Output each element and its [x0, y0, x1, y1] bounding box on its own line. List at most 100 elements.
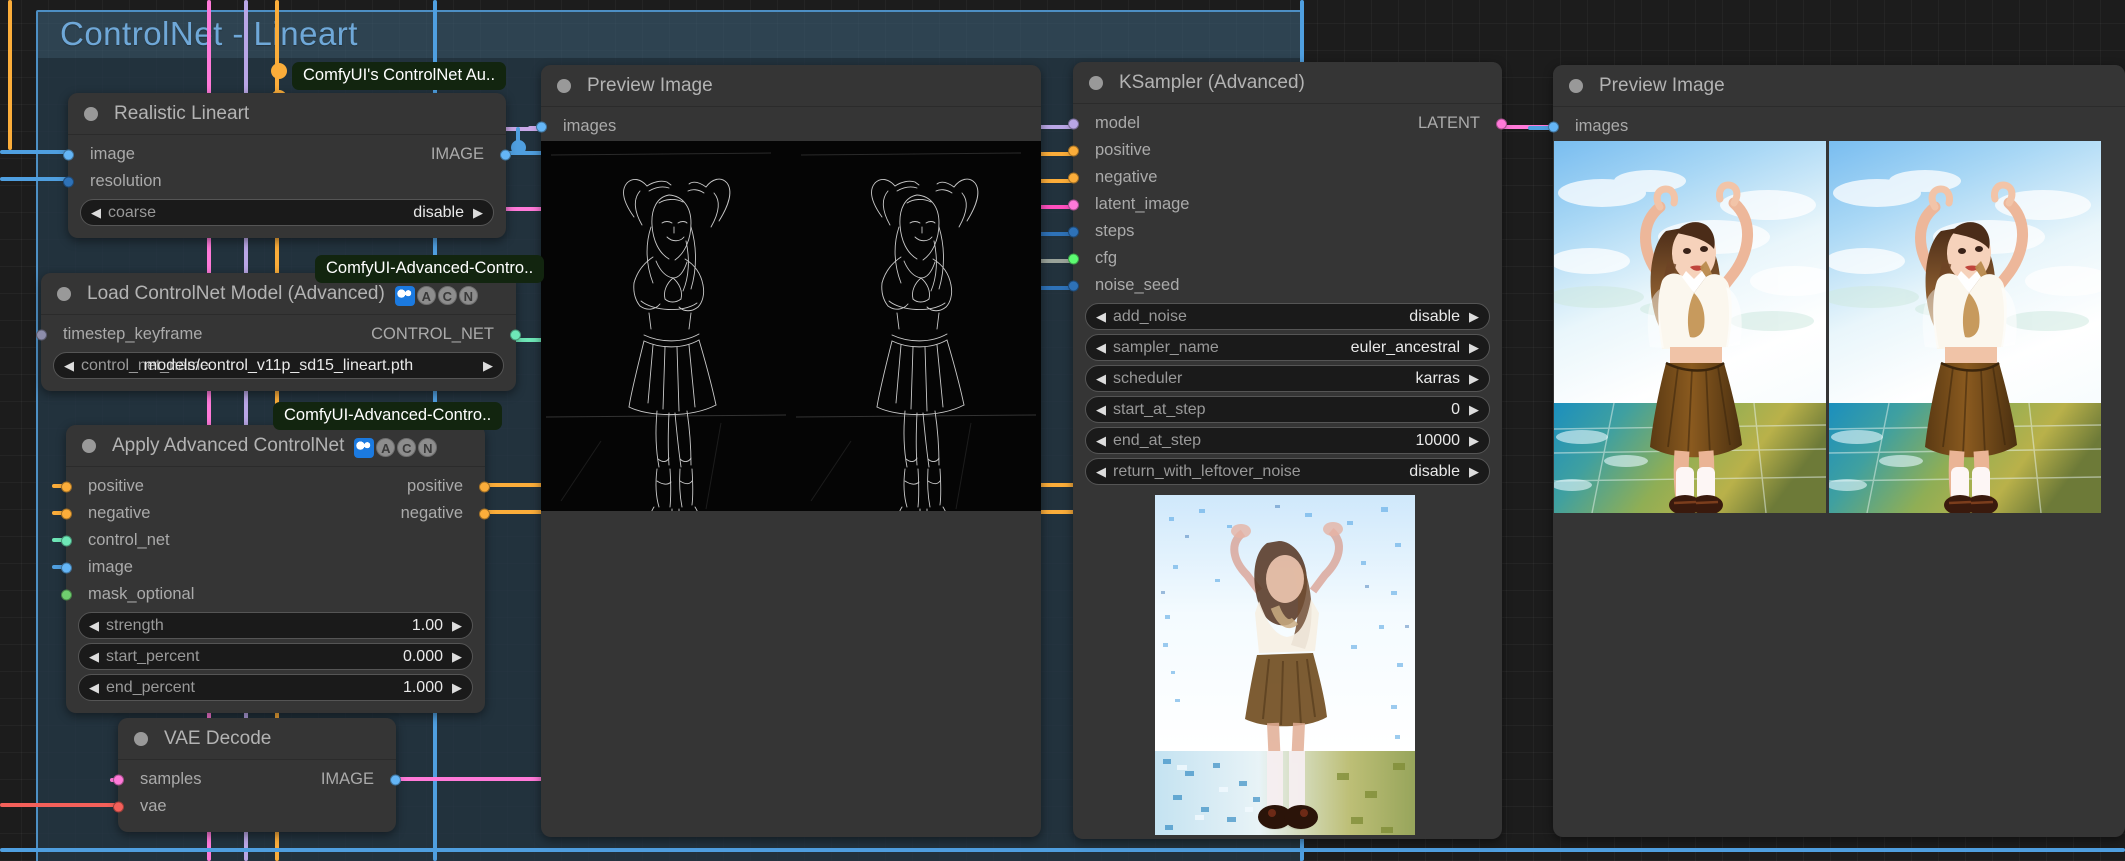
slot-pip-icon[interactable]: [1068, 199, 1079, 210]
slot-pip-icon[interactable]: [1068, 226, 1079, 237]
result-photo-2[interactable]: [1829, 141, 2101, 513]
chevron-left-icon[interactable]: ◀: [64, 359, 74, 372]
input-slot-image[interactable]: image: [61, 554, 485, 581]
input-slot-mask-optional[interactable]: mask_optional: [61, 581, 485, 608]
input-slot-timestep-keyframe[interactable]: timestep_keyframe CONTROL_NET: [36, 321, 521, 348]
collapse-dot-icon[interactable]: [134, 731, 148, 746]
input-slot-images[interactable]: images: [536, 113, 1041, 140]
collapse-dot-icon[interactable]: [84, 106, 98, 121]
widget-coarse[interactable]: ◀ coarse disable ▶: [80, 199, 494, 226]
node-vae-decode[interactable]: VAE Decode samples IMAGE vae: [113, 718, 401, 832]
widget-add-noise[interactable]: ◀ add_noise disable ▶: [1085, 303, 1490, 330]
slot-pip-icon[interactable]: [61, 589, 72, 600]
slot-pip-icon[interactable]: [61, 481, 72, 492]
input-slot-model[interactable]: model LATENT: [1068, 110, 1507, 137]
node-realistic-lineart[interactable]: Realistic Lineart image IMAGE resolution…: [63, 93, 511, 238]
widget-end-percent[interactable]: ◀ end_percent 1.000 ▶: [78, 674, 473, 701]
chevron-left-icon[interactable]: ◀: [89, 619, 99, 632]
slot-pip-icon[interactable]: [113, 801, 124, 812]
chevron-right-icon[interactable]: ▶: [1469, 434, 1479, 447]
widget-end-at-step[interactable]: ◀ end_at_step 10000 ▶: [1085, 427, 1490, 454]
collapse-dot-icon[interactable]: [1089, 75, 1103, 90]
input-slot-samples[interactable]: samples IMAGE: [113, 766, 401, 793]
node-header[interactable]: VAE Decode: [118, 718, 396, 760]
chevron-right-icon[interactable]: ▶: [1469, 341, 1479, 354]
widget-control-net-name[interactable]: ◀ control_net_name models/control_v11p_s…: [53, 352, 504, 379]
chevron-left-icon[interactable]: ◀: [91, 206, 101, 219]
chevron-left-icon[interactable]: ◀: [1096, 434, 1106, 447]
result-photo-1[interactable]: [1554, 141, 1826, 513]
slot-pip-icon[interactable]: [1068, 253, 1079, 264]
node-ksampler-advanced[interactable]: KSampler (Advanced) model LATENT positiv…: [1068, 62, 1507, 839]
node-load-controlnet-model-advanced[interactable]: Load ControlNet Model (Advanced) A C N t…: [36, 273, 521, 391]
slot-pip-icon-output[interactable]: [510, 329, 521, 340]
widget-strength[interactable]: ◀ strength 1.00 ▶: [78, 612, 473, 639]
node-header[interactable]: Preview Image: [1553, 65, 2125, 107]
widget-return-with-leftover-noise[interactable]: ◀ return_with_leftover_noise disable ▶: [1085, 458, 1490, 485]
input-slot-images[interactable]: images: [1548, 113, 2125, 140]
slot-pip-icon[interactable]: [61, 562, 72, 573]
slot-pip-icon-output[interactable]: [479, 508, 490, 519]
slot-pip-icon[interactable]: [1068, 280, 1079, 291]
chevron-left-icon[interactable]: ◀: [1096, 372, 1106, 385]
input-slot-control-net[interactable]: control_net: [61, 527, 485, 554]
node-preview-image-result[interactable]: Preview Image images: [1548, 65, 2125, 837]
chevron-right-icon[interactable]: ▶: [452, 681, 462, 694]
slot-pip-icon-output[interactable]: [1496, 118, 1507, 129]
collapse-dot-icon[interactable]: [82, 438, 96, 453]
node-header[interactable]: Apply Advanced ControlNet A C N: [66, 425, 485, 467]
slot-pip-icon[interactable]: [113, 774, 124, 785]
input-slot-negative[interactable]: negative negative: [61, 500, 490, 527]
input-slot-latent-image[interactable]: latent_image: [1068, 191, 1502, 218]
chevron-right-icon[interactable]: ▶: [483, 359, 493, 372]
slot-pip-icon[interactable]: [61, 535, 72, 546]
ksampler-latent-preview[interactable]: [1155, 495, 1415, 835]
slot-pip-icon[interactable]: [1548, 121, 1559, 132]
input-slot-resolution[interactable]: resolution: [63, 168, 506, 195]
preview-image-lineart-canvas[interactable]: [541, 141, 1041, 511]
chevron-left-icon[interactable]: ◀: [1096, 341, 1106, 354]
collapse-dot-icon[interactable]: [57, 286, 71, 301]
widget-scheduler[interactable]: ◀ scheduler karras ▶: [1085, 365, 1490, 392]
chevron-left-icon[interactable]: ◀: [1096, 310, 1106, 323]
input-slot-cfg[interactable]: cfg: [1068, 245, 1502, 272]
node-header[interactable]: Realistic Lineart: [68, 93, 506, 135]
slot-pip-icon[interactable]: [536, 121, 547, 132]
slot-pip-icon-output[interactable]: [479, 481, 490, 492]
node-preview-image-lineart[interactable]: Preview Image images: [536, 65, 1041, 837]
widget-sampler-name[interactable]: ◀ sampler_name euler_ancestral ▶: [1085, 334, 1490, 361]
input-slot-positive[interactable]: positive positive: [61, 473, 490, 500]
chevron-right-icon[interactable]: ▶: [1469, 403, 1479, 416]
chevron-right-icon[interactable]: ▶: [473, 206, 483, 219]
chevron-right-icon[interactable]: ▶: [452, 619, 462, 632]
slot-pip-icon[interactable]: [1068, 145, 1079, 156]
slot-pip-icon[interactable]: [63, 149, 74, 160]
chevron-left-icon[interactable]: ◀: [1096, 403, 1106, 416]
slot-pip-icon-output[interactable]: [390, 774, 401, 785]
node-apply-advanced-controlnet[interactable]: Apply Advanced ControlNet A C N positive…: [61, 425, 490, 713]
slot-pip-icon[interactable]: [61, 508, 72, 519]
chevron-left-icon[interactable]: ◀: [1096, 465, 1106, 478]
input-slot-steps[interactable]: steps: [1068, 218, 1502, 245]
chevron-right-icon[interactable]: ▶: [1469, 310, 1479, 323]
node-header[interactable]: Preview Image: [541, 65, 1041, 107]
chevron-right-icon[interactable]: ▶: [1469, 465, 1479, 478]
chevron-left-icon[interactable]: ◀: [89, 681, 99, 694]
slot-pip-icon[interactable]: [1068, 118, 1079, 129]
collapse-dot-icon[interactable]: [1569, 78, 1583, 93]
input-slot-positive[interactable]: positive: [1068, 137, 1502, 164]
input-slot-negative[interactable]: negative: [1068, 164, 1502, 191]
graph-canvas[interactable]: ControlNet - Lineart ComfyUI's ControlNe…: [0, 0, 2125, 861]
chevron-left-icon[interactable]: ◀: [89, 650, 99, 663]
node-header[interactable]: KSampler (Advanced): [1073, 62, 1502, 104]
input-slot-vae[interactable]: vae: [113, 793, 396, 820]
slot-pip-icon[interactable]: [1068, 172, 1079, 183]
slot-pip-icon-output[interactable]: [500, 149, 511, 160]
chevron-right-icon[interactable]: ▶: [1469, 372, 1479, 385]
widget-start-at-step[interactable]: ◀ start_at_step 0 ▶: [1085, 396, 1490, 423]
chevron-right-icon[interactable]: ▶: [452, 650, 462, 663]
slot-pip-icon[interactable]: [63, 176, 74, 187]
input-slot-image[interactable]: image IMAGE: [63, 141, 511, 168]
collapse-dot-icon[interactable]: [557, 78, 571, 93]
input-slot-noise-seed[interactable]: noise_seed: [1068, 272, 1502, 299]
